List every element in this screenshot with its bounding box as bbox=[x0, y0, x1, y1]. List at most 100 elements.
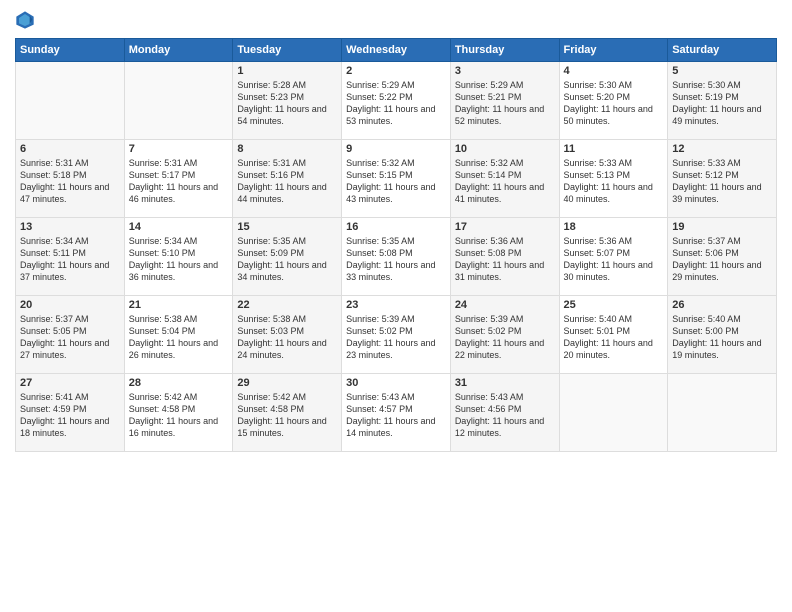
calendar-week-row: 27 Sunrise: 5:41 AMSunset: 4:59 PMDayligh… bbox=[16, 374, 777, 452]
calendar-container: SundayMondayTuesdayWednesdayThursdayFrid… bbox=[0, 0, 792, 612]
calendar-cell: 5Sunrise: 5:30 AMSunset: 5:19 PMDaylight… bbox=[668, 62, 777, 140]
weekday-header: Monday bbox=[124, 39, 233, 62]
calendar-cell bbox=[124, 62, 233, 140]
cell-date: 23 bbox=[346, 299, 446, 311]
cell-date: 3 bbox=[455, 65, 555, 77]
cell-date: 8 bbox=[237, 143, 337, 155]
cell-info: Sunrise: 5:31 AMSunset: 5:16 PMDaylight:… bbox=[237, 157, 337, 206]
logo-icon bbox=[15, 10, 35, 30]
cell-info: Sunrise: 5:38 AMSunset: 5:03 PMDaylight:… bbox=[237, 313, 337, 362]
calendar-cell: 31Sunrise: 5:43 AMSunset: 4:56 PMDayligh… bbox=[450, 374, 559, 452]
cell-date: 17 bbox=[455, 221, 555, 233]
header bbox=[15, 10, 777, 30]
cell-info: Sunrise: 5:31 AMSunset: 5:18 PMDaylight:… bbox=[20, 157, 120, 206]
weekday-header: Sunday bbox=[16, 39, 125, 62]
cell-date: 18 bbox=[564, 221, 664, 233]
cell-info: Sunrise: 5:32 AMSunset: 5:15 PMDaylight:… bbox=[346, 157, 446, 206]
calendar-cell: 16 Sunrise: 5:35 AMSunset: 5:08 PMDayligh… bbox=[342, 218, 451, 296]
cell-info: Sunrise: 5:30 AMSunset: 5:19 PMDaylight:… bbox=[672, 79, 772, 128]
cell-info: Sunrise: 5:42 AMSunset: 4:58 PMDaylight:… bbox=[129, 391, 229, 440]
weekday-header: Friday bbox=[559, 39, 668, 62]
cell-info: Sunrise: 5:36 AMSunset: 5:07 PMDaylight:… bbox=[564, 235, 664, 284]
cell-info: Sunrise: 5:29 AMSunset: 5:21 PMDaylight:… bbox=[455, 79, 555, 128]
calendar-cell: 30 Sunrise: 5:43 AMSunset: 4:57 PMDayligh… bbox=[342, 374, 451, 452]
cell-date: 20 bbox=[20, 299, 120, 311]
cell-info: Sunrise: 5:37 AMSunset: 5:06 PMDaylight:… bbox=[672, 235, 772, 284]
calendar-cell: 26 Sunrise: 5:40 AMSunset: 5:00 PMDayligh… bbox=[668, 296, 777, 374]
cell-date: 4 bbox=[564, 65, 664, 77]
calendar-cell: 4 Sunrise: 5:30 AMSunset: 5:20 PMDaylight… bbox=[559, 62, 668, 140]
cell-date: 22 bbox=[237, 299, 337, 311]
calendar-cell: 19 Sunrise: 5:37 AMSunset: 5:06 PMDayligh… bbox=[668, 218, 777, 296]
weekday-header: Saturday bbox=[668, 39, 777, 62]
cell-date: 13 bbox=[20, 221, 120, 233]
calendar-cell: 20 Sunrise: 5:37 AMSunset: 5:05 PMDayligh… bbox=[16, 296, 125, 374]
calendar-cell: 9Sunrise: 5:32 AMSunset: 5:15 PMDaylight… bbox=[342, 140, 451, 218]
calendar-cell: 21 Sunrise: 5:38 AMSunset: 5:04 PMDayligh… bbox=[124, 296, 233, 374]
cell-info: Sunrise: 5:37 AMSunset: 5:05 PMDaylight:… bbox=[20, 313, 120, 362]
calendar-week-row: 6 Sunrise: 5:31 AMSunset: 5:18 PMDaylight… bbox=[16, 140, 777, 218]
cell-info: Sunrise: 5:36 AMSunset: 5:08 PMDaylight:… bbox=[455, 235, 555, 284]
calendar-cell: 24Sunrise: 5:39 AMSunset: 5:02 PMDayligh… bbox=[450, 296, 559, 374]
cell-date: 30 bbox=[346, 377, 446, 389]
calendar-cell bbox=[668, 374, 777, 452]
weekday-header: Thursday bbox=[450, 39, 559, 62]
cell-date: 29 bbox=[237, 377, 337, 389]
calendar-cell: 18 Sunrise: 5:36 AMSunset: 5:07 PMDayligh… bbox=[559, 218, 668, 296]
cell-date: 25 bbox=[564, 299, 664, 311]
cell-date: 26 bbox=[672, 299, 772, 311]
calendar-cell: 2 Sunrise: 5:29 AMSunset: 5:22 PMDaylight… bbox=[342, 62, 451, 140]
cell-info: Sunrise: 5:30 AMSunset: 5:20 PMDaylight:… bbox=[564, 79, 664, 128]
cell-date: 27 bbox=[20, 377, 120, 389]
cell-info: Sunrise: 5:41 AMSunset: 4:59 PMDaylight:… bbox=[20, 391, 120, 440]
cell-info: Sunrise: 5:33 AMSunset: 5:12 PMDaylight:… bbox=[672, 157, 772, 206]
calendar-week-row: 1 Sunrise: 5:28 AMSunset: 5:23 PMDaylight… bbox=[16, 62, 777, 140]
calendar-cell: 12 Sunrise: 5:33 AMSunset: 5:12 PMDayligh… bbox=[668, 140, 777, 218]
cell-info: Sunrise: 5:43 AMSunset: 4:57 PMDaylight:… bbox=[346, 391, 446, 440]
cell-info: Sunrise: 5:42 AMSunset: 4:58 PMDaylight:… bbox=[237, 391, 337, 440]
cell-info: Sunrise: 5:38 AMSunset: 5:04 PMDaylight:… bbox=[129, 313, 229, 362]
cell-info: Sunrise: 5:32 AMSunset: 5:14 PMDaylight:… bbox=[455, 157, 555, 206]
cell-info: Sunrise: 5:34 AMSunset: 5:10 PMDaylight:… bbox=[129, 235, 229, 284]
cell-info: Sunrise: 5:40 AMSunset: 5:00 PMDaylight:… bbox=[672, 313, 772, 362]
cell-info: Sunrise: 5:35 AMSunset: 5:09 PMDaylight:… bbox=[237, 235, 337, 284]
calendar-cell: 28 Sunrise: 5:42 AMSunset: 4:58 PMDayligh… bbox=[124, 374, 233, 452]
cell-info: Sunrise: 5:35 AMSunset: 5:08 PMDaylight:… bbox=[346, 235, 446, 284]
cell-info: Sunrise: 5:40 AMSunset: 5:01 PMDaylight:… bbox=[564, 313, 664, 362]
cell-date: 12 bbox=[672, 143, 772, 155]
cell-info: Sunrise: 5:43 AMSunset: 4:56 PMDaylight:… bbox=[455, 391, 555, 440]
calendar-cell: 13 Sunrise: 5:34 AMSunset: 5:11 PMDayligh… bbox=[16, 218, 125, 296]
cell-info: Sunrise: 5:33 AMSunset: 5:13 PMDaylight:… bbox=[564, 157, 664, 206]
calendar-cell: 8 Sunrise: 5:31 AMSunset: 5:16 PMDaylight… bbox=[233, 140, 342, 218]
calendar-cell: 10 Sunrise: 5:32 AMSunset: 5:14 PMDayligh… bbox=[450, 140, 559, 218]
logo bbox=[15, 10, 39, 30]
cell-info: Sunrise: 5:39 AMSunset: 5:02 PMDaylight:… bbox=[346, 313, 446, 362]
cell-date: 1 bbox=[237, 65, 337, 77]
weekday-header-row: SundayMondayTuesdayWednesdayThursdayFrid… bbox=[16, 39, 777, 62]
cell-date: 7 bbox=[129, 143, 229, 155]
cell-info: Sunrise: 5:28 AMSunset: 5:23 PMDaylight:… bbox=[237, 79, 337, 128]
cell-date: 2 bbox=[346, 65, 446, 77]
cell-info: Sunrise: 5:39 AMSunset: 5:02 PMDaylight:… bbox=[455, 313, 555, 362]
cell-info: Sunrise: 5:29 AMSunset: 5:22 PMDaylight:… bbox=[346, 79, 446, 128]
calendar-week-row: 20 Sunrise: 5:37 AMSunset: 5:05 PMDayligh… bbox=[16, 296, 777, 374]
calendar-cell: 1 Sunrise: 5:28 AMSunset: 5:23 PMDaylight… bbox=[233, 62, 342, 140]
calendar-cell: 14 Sunrise: 5:34 AMSunset: 5:10 PMDayligh… bbox=[124, 218, 233, 296]
calendar-cell: 25 Sunrise: 5:40 AMSunset: 5:01 PMDayligh… bbox=[559, 296, 668, 374]
cell-date: 19 bbox=[672, 221, 772, 233]
calendar-cell: 3 Sunrise: 5:29 AMSunset: 5:21 PMDaylight… bbox=[450, 62, 559, 140]
cell-date: 10 bbox=[455, 143, 555, 155]
cell-date: 6 bbox=[20, 143, 120, 155]
cell-date: 11 bbox=[564, 143, 664, 155]
calendar-cell: 27 Sunrise: 5:41 AMSunset: 4:59 PMDayligh… bbox=[16, 374, 125, 452]
cell-date: 15 bbox=[237, 221, 337, 233]
cell-date: 21 bbox=[129, 299, 229, 311]
calendar-table: SundayMondayTuesdayWednesdayThursdayFrid… bbox=[15, 38, 777, 452]
cell-date: 14 bbox=[129, 221, 229, 233]
cell-date: 16 bbox=[346, 221, 446, 233]
calendar-cell: 6 Sunrise: 5:31 AMSunset: 5:18 PMDaylight… bbox=[16, 140, 125, 218]
calendar-cell: 17 Sunrise: 5:36 AMSunset: 5:08 PMDayligh… bbox=[450, 218, 559, 296]
calendar-cell: 22 Sunrise: 5:38 AMSunset: 5:03 PMDayligh… bbox=[233, 296, 342, 374]
cell-date: 28 bbox=[129, 377, 229, 389]
cell-info: Sunrise: 5:34 AMSunset: 5:11 PMDaylight:… bbox=[20, 235, 120, 284]
